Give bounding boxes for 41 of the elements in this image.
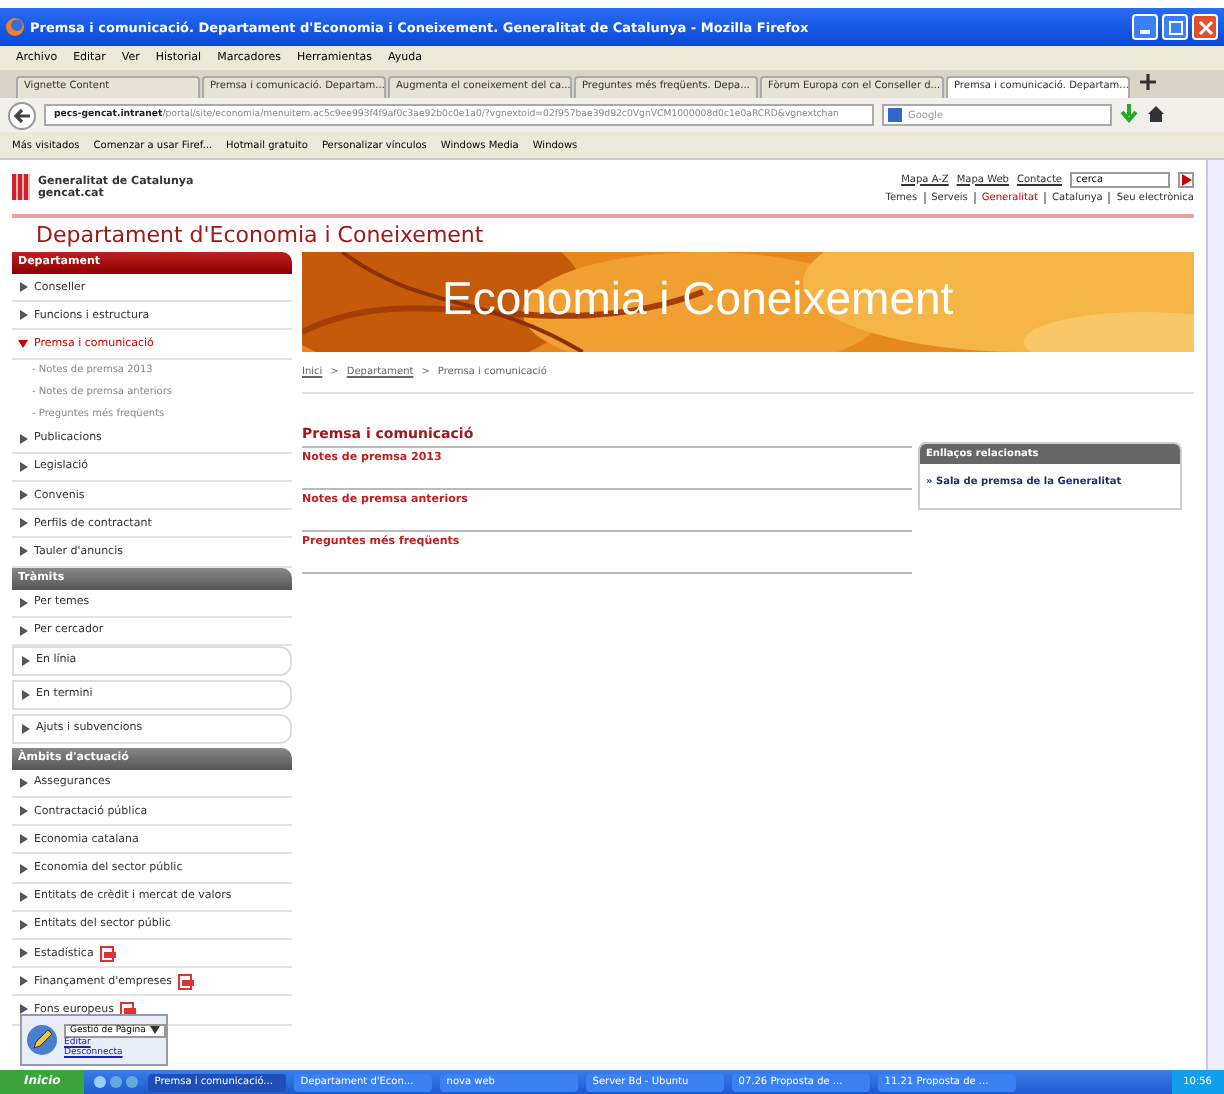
new-tab-icon[interactable]	[1140, 74, 1156, 94]
arrow-icon	[18, 338, 28, 349]
arrow-icon	[20, 689, 30, 700]
arrow-icon	[18, 919, 28, 930]
arrow-icon	[18, 282, 28, 293]
minimize-icon	[1140, 29, 1150, 33]
department-title: Departament d'Economia i Coneixement	[34, 220, 486, 252]
arrow-icon	[18, 1004, 28, 1015]
arrow-icon	[18, 891, 28, 902]
banner-title: Economia i Coneixement	[442, 272, 954, 326]
arrow-icon	[20, 655, 30, 666]
arrow-icon	[18, 948, 28, 959]
arrow-icon	[18, 433, 28, 444]
arrow-icon	[18, 863, 28, 874]
arrow-icon	[20, 723, 30, 734]
maximize-icon	[1167, 19, 1183, 35]
arrow-icon	[18, 597, 28, 608]
home-icon[interactable]	[1146, 103, 1166, 127]
arrow-icon	[18, 777, 28, 788]
close-button[interactable]	[1192, 14, 1218, 40]
close-icon	[1197, 19, 1213, 35]
arrow-icon	[18, 518, 28, 529]
arrow-icon	[18, 546, 28, 557]
caret-icon	[149, 1026, 160, 1034]
back-button[interactable]	[8, 101, 36, 129]
arrow-icon	[18, 461, 28, 472]
arrow-icon	[18, 490, 28, 501]
arrow-icon	[18, 806, 28, 817]
maximize-button[interactable]	[1162, 14, 1188, 40]
pencil-icon[interactable]	[26, 1024, 58, 1056]
pdf-icon	[99, 945, 116, 962]
arrow-icon	[18, 834, 28, 845]
quick-launch-icon[interactable]	[92, 1074, 141, 1090]
arrow-icon	[18, 625, 28, 636]
arrow-icon	[18, 310, 28, 321]
arrow-icon	[18, 976, 28, 987]
minimize-button[interactable]	[1132, 14, 1158, 40]
pdf-icon	[178, 973, 195, 990]
search-go-button[interactable]	[1178, 171, 1194, 187]
flag-icon	[12, 174, 30, 200]
scrollbar[interactable]	[1206, 160, 1224, 1070]
